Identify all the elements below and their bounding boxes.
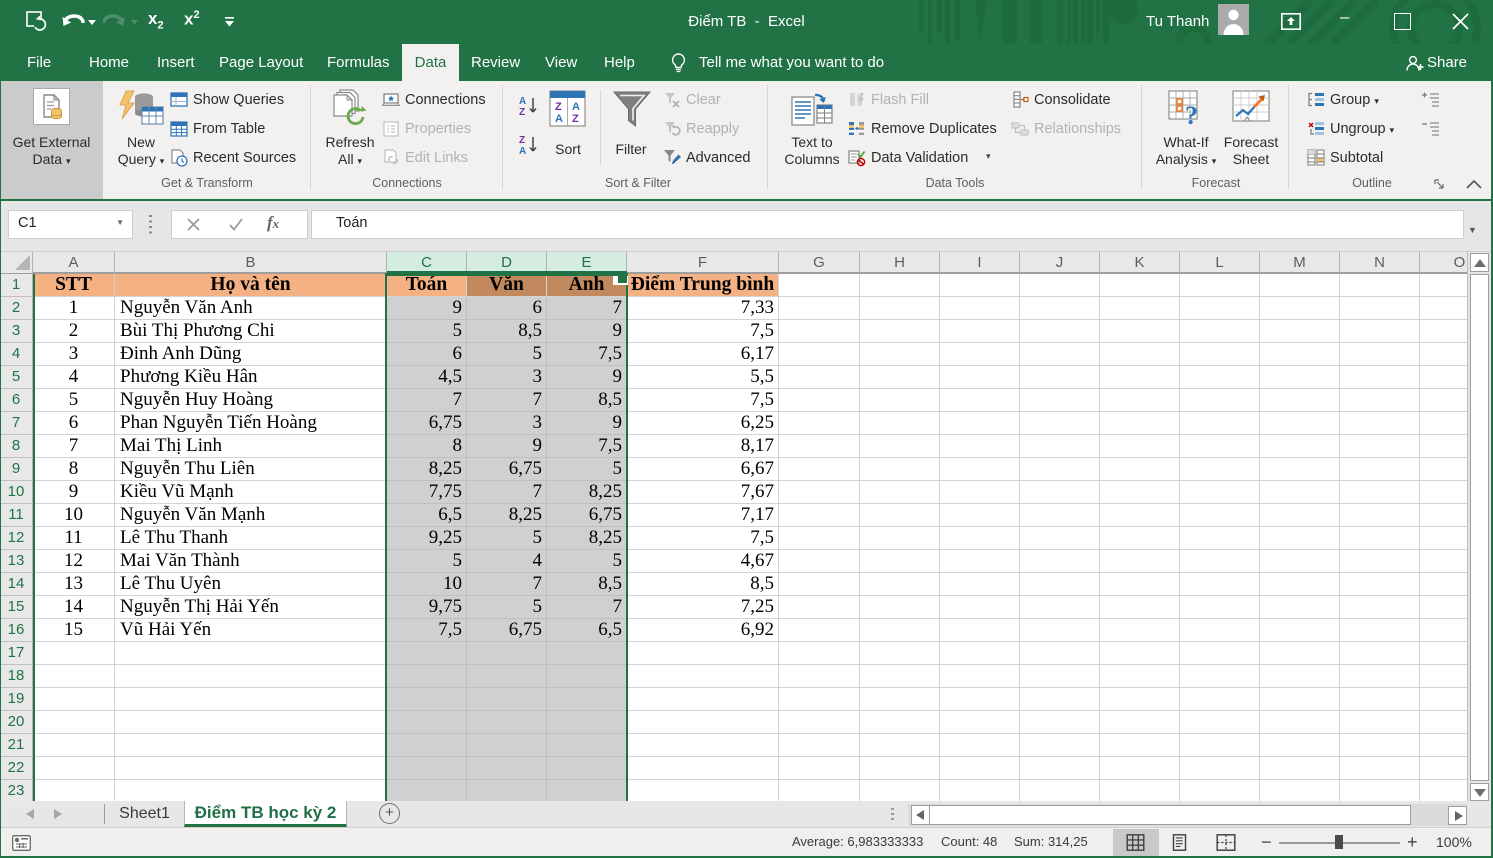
svg-text:Z: Z <box>519 107 525 118</box>
svg-text:Z: Z <box>572 113 579 125</box>
svg-text:A: A <box>519 146 526 157</box>
svg-text:A: A <box>519 96 526 107</box>
svg-text:A: A <box>572 101 580 113</box>
svg-text:Z: Z <box>519 135 525 146</box>
svg-text:Z: Z <box>555 101 562 113</box>
svg-text:?: ? <box>1185 101 1198 128</box>
svg-text:A: A <box>555 113 563 125</box>
